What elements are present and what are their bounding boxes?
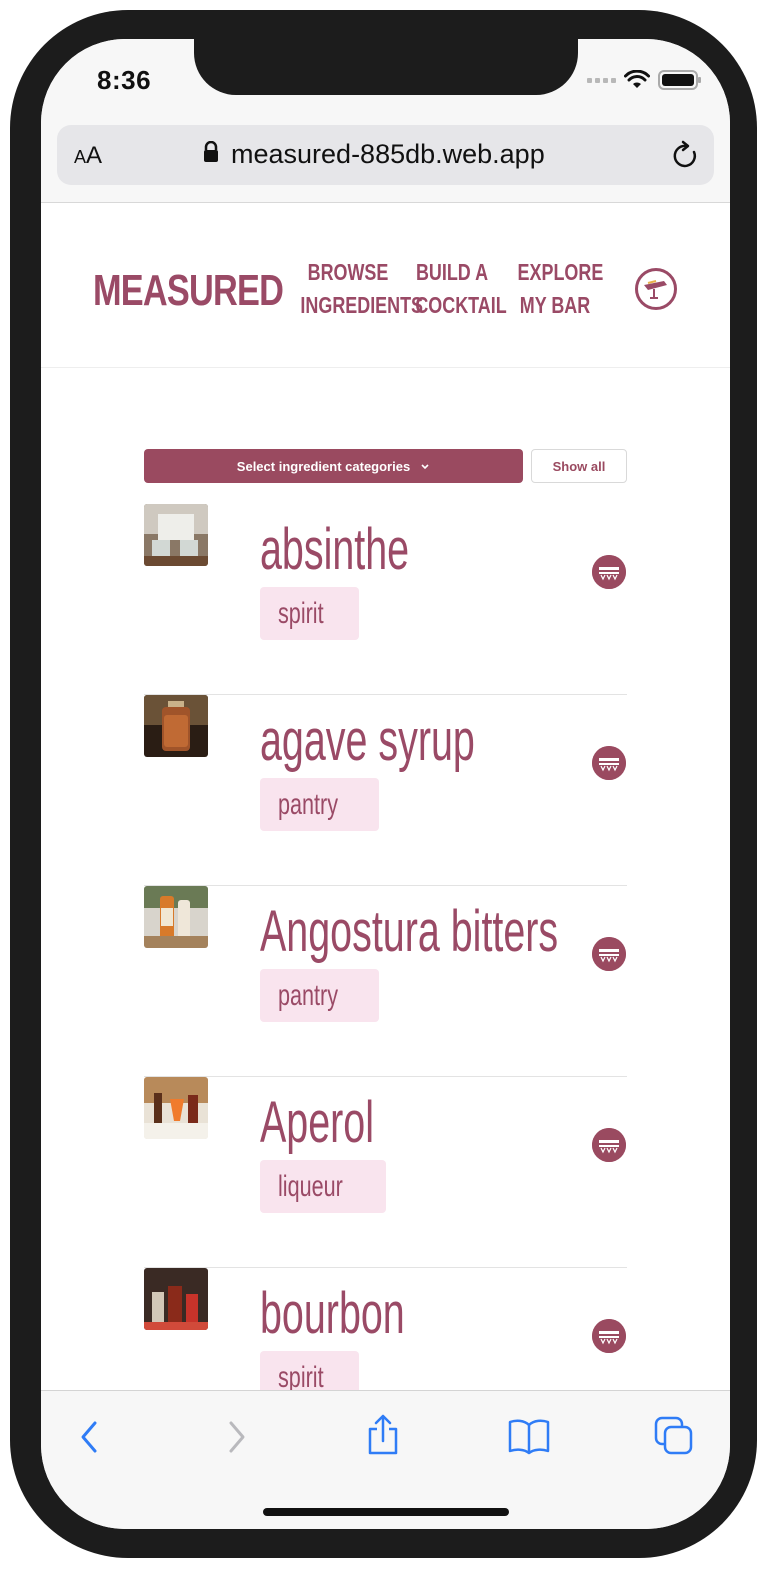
- category-tag: liqueur: [260, 1160, 387, 1213]
- url-display[interactable]: measured-885db.web.app: [203, 139, 545, 170]
- show-all-button[interactable]: Show all: [531, 449, 627, 483]
- ingredient-row-aperol[interactable]: Aperol liqueur: [144, 1077, 627, 1268]
- bookmarks-icon[interactable]: [508, 1417, 550, 1460]
- category-select-label: Select ingredient categories: [236, 458, 411, 474]
- nav-build-cocktail[interactable]: BUILD A COCKTAIL: [415, 256, 506, 322]
- ingredient-name[interactable]: Angostura bitters: [260, 898, 558, 965]
- nav-browse-ingredients[interactable]: BROWSE INGREDIENTS: [300, 256, 423, 322]
- phone-screen: 8:36 AA measured-885db.web.app MEASURED …: [41, 39, 730, 1529]
- ingredient-thumbnail: [144, 504, 208, 566]
- address-bar[interactable]: AA measured-885db.web.app: [57, 125, 714, 185]
- lock-icon: [203, 139, 219, 170]
- ingredient-name[interactable]: absinthe: [260, 516, 409, 583]
- safari-toolbar: [41, 1390, 730, 1529]
- battery-icon: [658, 69, 702, 91]
- url-text: measured-885db.web.app: [231, 139, 545, 169]
- status-icons: [587, 69, 702, 91]
- ingredient-thumbnail: [144, 695, 208, 757]
- ingredient-thumbnail: [144, 1268, 208, 1330]
- category-tag: pantry: [260, 969, 380, 1022]
- add-to-bar-icon[interactable]: [592, 746, 626, 780]
- signal-icon: [587, 77, 616, 83]
- add-to-bar-icon[interactable]: [592, 1128, 626, 1162]
- forward-icon[interactable]: [225, 1417, 249, 1462]
- home-indicator[interactable]: [263, 1508, 509, 1516]
- add-to-bar-icon[interactable]: [592, 1319, 626, 1353]
- ingredient-thumbnail: [144, 1077, 208, 1139]
- nav-explore-my-bar[interactable]: EXPLORE MY BAR: [518, 256, 604, 322]
- ingredient-row-absinthe[interactable]: absinthe spirit: [144, 504, 627, 695]
- add-to-bar-icon[interactable]: [592, 555, 626, 589]
- notch: [194, 39, 578, 95]
- category-select[interactable]: Select ingredient categories: [144, 449, 523, 483]
- site-header: MEASURED BROWSE INGREDIENTS BUILD A COCK…: [41, 204, 730, 368]
- category-tag: pantry: [260, 778, 380, 831]
- back-icon[interactable]: [77, 1417, 101, 1462]
- ingredient-name[interactable]: Aperol: [260, 1089, 374, 1156]
- ingredient-name[interactable]: bourbon: [260, 1280, 405, 1347]
- bar-stool-avatar-icon[interactable]: [634, 267, 678, 316]
- status-time: 8:36: [97, 65, 152, 95]
- wifi-icon: [624, 70, 650, 90]
- add-to-bar-icon[interactable]: [592, 937, 626, 971]
- ingredient-row-angostura-bitters[interactable]: Angostura bitters pantry: [144, 886, 627, 1077]
- chevron-down-icon: [420, 459, 430, 474]
- text-size-button[interactable]: AA: [74, 142, 102, 170]
- ingredient-row-agave-syrup[interactable]: agave syrup pantry: [144, 695, 627, 886]
- ingredient-thumbnail: [144, 886, 208, 948]
- tabs-icon[interactable]: [654, 1416, 694, 1461]
- share-icon[interactable]: [366, 1413, 400, 1462]
- reload-icon[interactable]: [670, 139, 700, 176]
- ingredient-name[interactable]: agave syrup: [260, 707, 475, 774]
- site-logo[interactable]: MEASURED: [93, 266, 284, 316]
- category-tag: spirit: [260, 587, 360, 640]
